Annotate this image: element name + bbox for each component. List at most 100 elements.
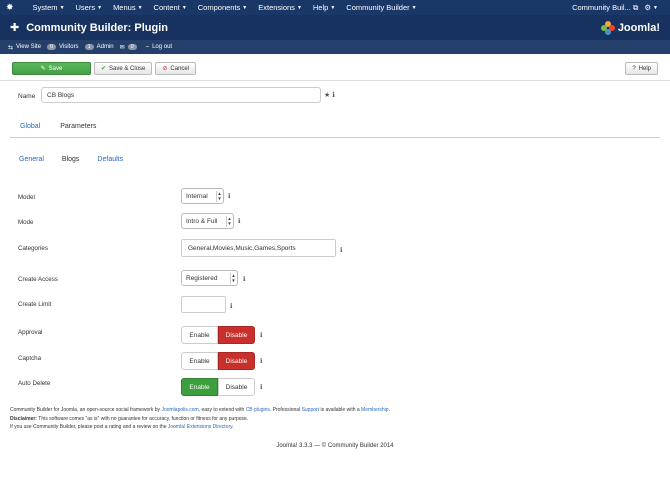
membership-link[interactable]: Membership bbox=[361, 407, 389, 413]
page-title: Community Builder: Plugin bbox=[26, 21, 168, 34]
joomla-logo-icon bbox=[600, 20, 615, 35]
admin-count-badge: 1 bbox=[84, 44, 94, 50]
create-access-select[interactable]: Registered ▲ ▼ bbox=[181, 270, 238, 286]
captcha-info-icon[interactable]: ℹ bbox=[260, 357, 262, 365]
nav-right: Community Buil... ⧉ ⚙ ▼ bbox=[572, 3, 664, 13]
check-icon: ✔ bbox=[101, 66, 107, 72]
footer-line-2: Disclaimer: This software comes "as is" … bbox=[10, 416, 249, 422]
footer-line-3: If you use Community Builder, please pos… bbox=[10, 424, 234, 430]
logout-link[interactable]: – Log out bbox=[146, 44, 172, 50]
approval-info-icon[interactable]: ℹ bbox=[260, 331, 262, 339]
messages-indicator[interactable]: ✉ 0 bbox=[120, 44, 140, 51]
nav-system[interactable]: System ▼ bbox=[33, 3, 65, 12]
subtab-defaults[interactable]: Defaults bbox=[88, 156, 132, 163]
gear-icon: ⚙ bbox=[644, 3, 652, 12]
nav-extensions[interactable]: Extensions ▼ bbox=[258, 3, 302, 12]
select-arrows-icon: ▲ ▼ bbox=[226, 216, 232, 227]
joomla-logo-icon: ✸ bbox=[6, 2, 14, 12]
sub-tabs: General Blogs Defaults bbox=[10, 156, 132, 163]
model-select[interactable]: Internal ▲ ▼ bbox=[181, 188, 224, 204]
support-link[interactable]: Support bbox=[302, 407, 320, 413]
mode-info-icon[interactable]: ℹ bbox=[238, 217, 240, 225]
create-access-label: Create Access bbox=[18, 276, 58, 283]
question-icon: ? bbox=[632, 65, 636, 72]
nav-site-link[interactable]: Community Buil... ⧉ bbox=[572, 3, 638, 13]
approval-label: Approval bbox=[18, 329, 43, 336]
categories-info-icon[interactable]: ℹ bbox=[340, 246, 342, 254]
edit-icon: ✎ bbox=[40, 66, 46, 72]
subtab-general[interactable]: General bbox=[10, 156, 53, 163]
name-input[interactable] bbox=[41, 87, 321, 103]
visitors-count-badge: 0 bbox=[46, 44, 56, 50]
captcha-disable-option[interactable]: Disable bbox=[218, 352, 255, 370]
create-limit-label: Create Limit bbox=[18, 301, 52, 308]
nav-joomla-logo[interactable]: ✸ bbox=[6, 2, 22, 13]
select-arrows-icon: ▲ ▼ bbox=[216, 191, 222, 202]
footer-line-1: Community Builder for Joomla, an open-so… bbox=[10, 407, 390, 413]
captcha-label: Captcha bbox=[18, 355, 42, 362]
nav-help[interactable]: Help ▼ bbox=[313, 3, 335, 12]
auto-delete-info-icon[interactable]: ℹ bbox=[260, 383, 262, 391]
messages-count-badge: 0 bbox=[127, 44, 137, 50]
caret-down-icon: ▼ bbox=[137, 4, 143, 11]
cancel-icon: ⊘ bbox=[162, 66, 168, 72]
cancel-button[interactable]: ⊘ Cancel bbox=[155, 62, 197, 75]
caret-down-icon: ▼ bbox=[181, 4, 187, 11]
create-access-info-icon[interactable]: ℹ bbox=[243, 275, 245, 283]
info-icon[interactable]: ℹ bbox=[332, 92, 335, 99]
model-info-icon[interactable]: ℹ bbox=[228, 192, 230, 200]
star-icon[interactable]: ★ bbox=[324, 92, 330, 99]
auto-delete-label: Auto Delete bbox=[18, 380, 51, 387]
subtab-blogs[interactable]: Blogs bbox=[53, 156, 89, 163]
auto-delete-disable-option[interactable]: Disable bbox=[218, 378, 255, 396]
caret-down-icon: ▼ bbox=[97, 4, 103, 11]
caret-down-icon: ▼ bbox=[330, 4, 336, 11]
categories-label: Categories bbox=[18, 245, 48, 252]
help-button[interactable]: ? Help bbox=[625, 62, 658, 75]
mode-label: Mode bbox=[18, 219, 34, 226]
tab-global[interactable]: Global bbox=[10, 118, 50, 138]
nav-menus[interactable]: Menus ▼ bbox=[113, 3, 142, 12]
share-icon: ⇆ bbox=[8, 44, 14, 51]
auto-delete-enable-option[interactable]: Enable bbox=[181, 378, 218, 396]
joomlapolis-link[interactable]: Joomlapolis.com bbox=[161, 407, 198, 413]
toolbar: ✎ Save ✔ Save & Close ⊘ Cancel ? Help bbox=[0, 57, 670, 81]
save-button[interactable]: ✎ Save bbox=[12, 62, 91, 75]
page-header: ✚ Community Builder: Plugin Joomla! bbox=[0, 15, 670, 40]
jed-link[interactable]: Joomla! Extensions Directory bbox=[168, 424, 232, 430]
status-bar: ⇆ View Site 0 Visitors 1 Admin ✉ 0 – Log out bbox=[0, 40, 670, 54]
view-site-link[interactable]: ⇆ View Site bbox=[8, 44, 41, 51]
caret-down-icon: ▼ bbox=[296, 4, 302, 11]
auto-delete-toggle: Enable Disable bbox=[181, 378, 255, 396]
nav-settings[interactable]: ⚙ ▼ bbox=[644, 3, 658, 12]
caret-down-icon: ▼ bbox=[59, 4, 65, 11]
caret-down-icon: ▼ bbox=[242, 4, 248, 11]
external-link-icon: ⧉ bbox=[632, 2, 639, 12]
captcha-enable-option[interactable]: Enable bbox=[181, 352, 218, 370]
create-limit-info-icon[interactable]: ℹ bbox=[230, 302, 232, 310]
nav-content[interactable]: Content ▼ bbox=[154, 3, 187, 12]
categories-field[interactable]: General,Movies,Music,Games,Sports bbox=[181, 239, 336, 257]
main-tabs: Global Parameters bbox=[10, 118, 660, 138]
mode-select[interactable]: Intro & Full ▲ ▼ bbox=[181, 213, 234, 229]
model-label: Model bbox=[18, 194, 35, 201]
name-icons: ★ ℹ bbox=[324, 91, 335, 99]
caret-down-icon: ▼ bbox=[653, 4, 658, 11]
cb-plugins-link[interactable]: CB plugins bbox=[246, 407, 270, 413]
admin-indicator[interactable]: 1 Admin bbox=[84, 44, 114, 50]
copyright: Joomla! 3.3.3 — © Community Builder 2014 bbox=[276, 443, 394, 449]
name-label: Name bbox=[18, 93, 36, 100]
nav-components[interactable]: Components ▼ bbox=[198, 3, 247, 12]
visitors-indicator[interactable]: 0 Visitors bbox=[46, 44, 79, 50]
envelope-icon: ✉ bbox=[119, 44, 125, 51]
nav-users[interactable]: Users ▼ bbox=[76, 3, 103, 12]
nav-community-builder[interactable]: Community Builder ▼ bbox=[346, 3, 416, 12]
save-close-button[interactable]: ✔ Save & Close bbox=[94, 62, 153, 75]
select-arrows-icon: ▲ ▼ bbox=[230, 273, 236, 284]
tab-parameters[interactable]: Parameters bbox=[50, 118, 106, 138]
approval-disable-option[interactable]: Disable bbox=[218, 326, 255, 344]
approval-enable-option[interactable]: Enable bbox=[181, 326, 218, 344]
minus-icon: – bbox=[145, 44, 150, 50]
top-navbar: ✸ System ▼ Users ▼ Menus ▼ Content ▼ Compone… bbox=[0, 0, 670, 15]
create-limit-input[interactable] bbox=[181, 296, 226, 313]
